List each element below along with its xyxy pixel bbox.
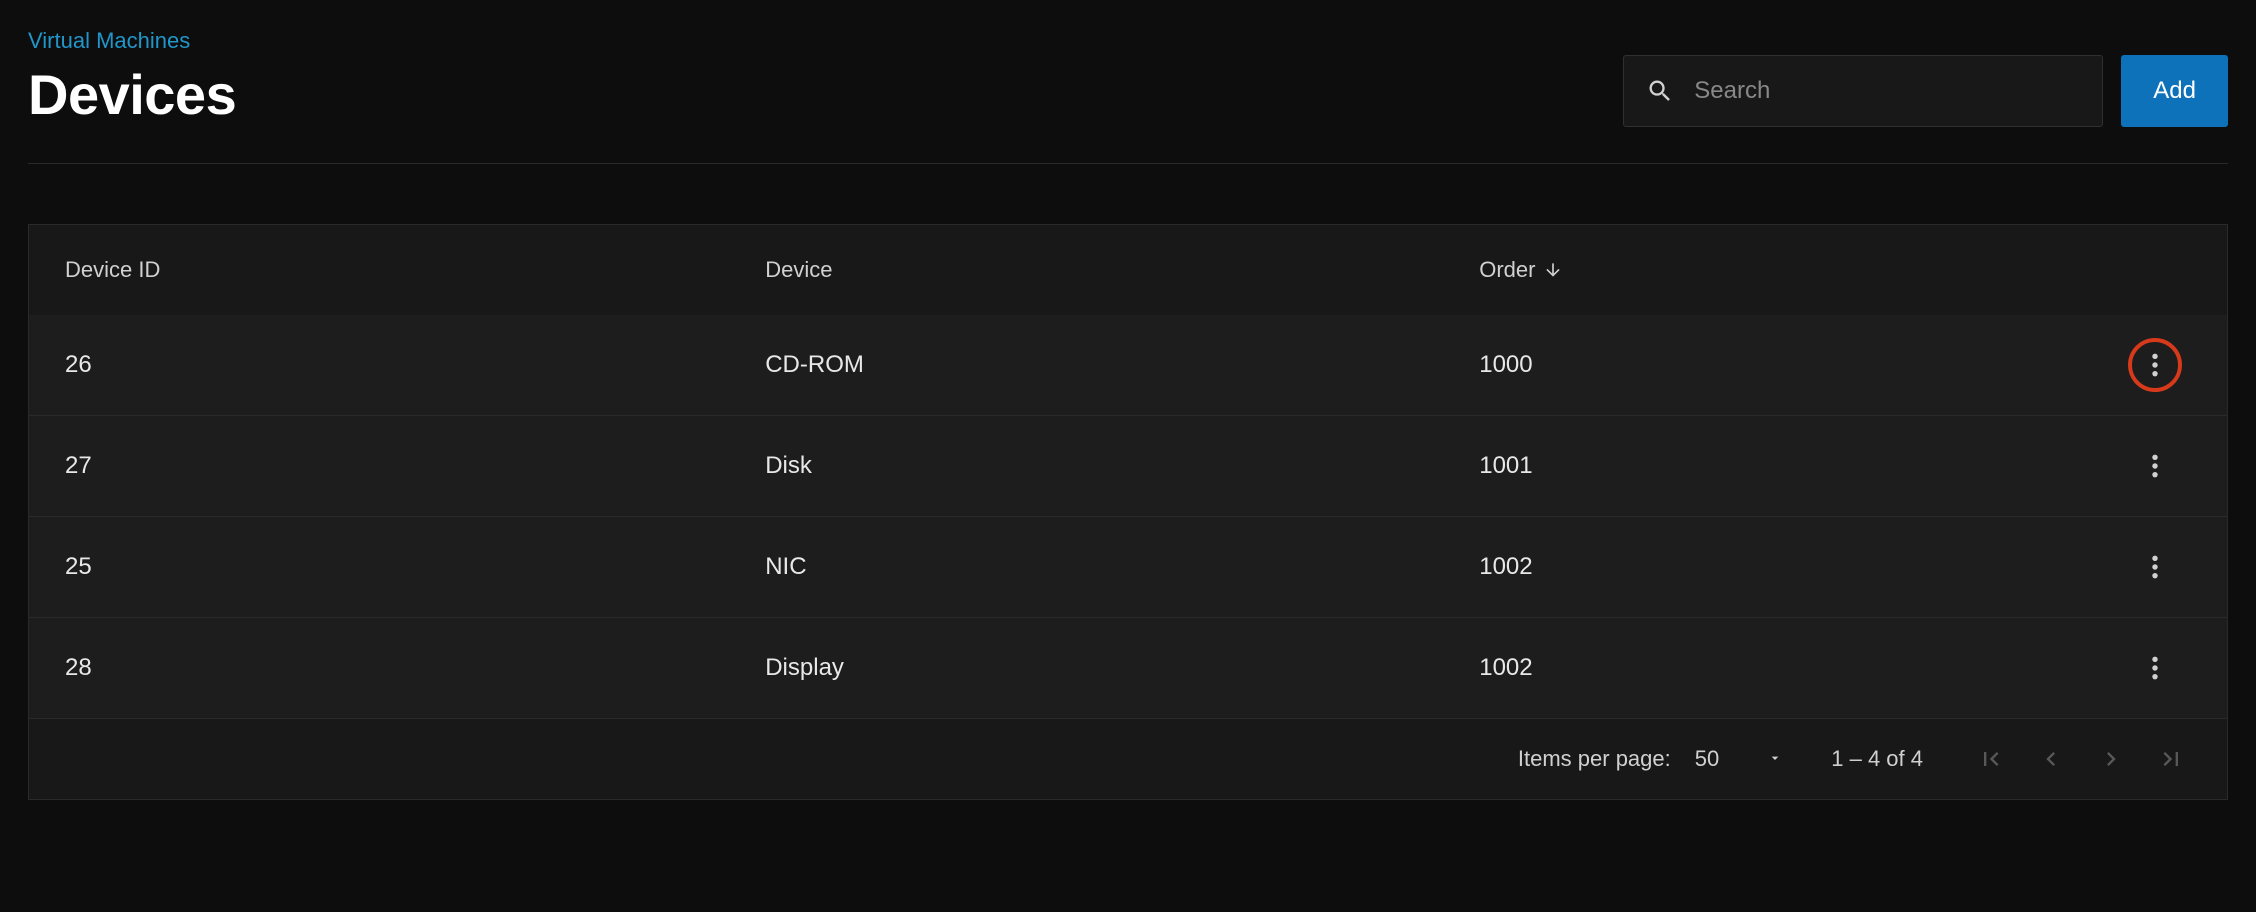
cell-order: 1000	[1443, 315, 2097, 416]
row-menu-button[interactable]	[2133, 343, 2177, 387]
cell-device-id: 28	[29, 618, 729, 719]
column-header-order[interactable]: Order	[1443, 225, 2097, 315]
cell-device-id: 25	[29, 517, 729, 618]
table-row[interactable]: 27Disk1001	[29, 416, 2227, 517]
row-menu-button[interactable]	[2133, 646, 2177, 690]
cell-actions	[2097, 416, 2227, 517]
cell-device-id: 27	[29, 416, 729, 517]
search-field[interactable]	[1623, 55, 2103, 127]
add-button[interactable]: Add	[2121, 55, 2228, 127]
prev-page-button[interactable]	[2031, 739, 2071, 779]
first-page-button[interactable]	[1971, 739, 2011, 779]
breadcrumb[interactable]: Virtual Machines	[28, 28, 236, 54]
page-size-value: 50	[1695, 746, 1719, 772]
cell-order: 1002	[1443, 517, 2097, 618]
cell-device: CD-ROM	[729, 315, 1443, 416]
paginator: Items per page: 50 1 – 4 of 4	[29, 718, 2227, 799]
page-title: Devices	[28, 62, 236, 127]
table-row[interactable]: 25NIC1002	[29, 517, 2227, 618]
cell-actions	[2097, 517, 2227, 618]
dropdown-arrow-icon	[1767, 746, 1783, 772]
column-header-device-id[interactable]: Device ID	[29, 225, 729, 315]
column-header-device[interactable]: Device	[729, 225, 1443, 315]
items-per-page-label: Items per page:	[1518, 746, 1671, 772]
cell-order: 1001	[1443, 416, 2097, 517]
last-page-button[interactable]	[2151, 739, 2191, 779]
row-menu-button[interactable]	[2133, 444, 2177, 488]
column-label: Order	[1479, 257, 1535, 283]
row-menu-button[interactable]	[2133, 545, 2177, 589]
table-row[interactable]: 26CD-ROM1000	[29, 315, 2227, 416]
cell-device: NIC	[729, 517, 1443, 618]
cell-actions	[2097, 315, 2227, 416]
cell-order: 1002	[1443, 618, 2097, 719]
devices-table: Device ID Device Order	[29, 225, 2227, 718]
table-row[interactable]: 28Display1002	[29, 618, 2227, 719]
page-range-label: 1 – 4 of 4	[1831, 746, 1923, 772]
cell-device: Display	[729, 618, 1443, 719]
search-input[interactable]	[1694, 77, 2080, 105]
arrow-down-icon	[1543, 260, 1563, 280]
column-label: Device ID	[65, 257, 160, 282]
search-icon	[1646, 77, 1674, 105]
column-label: Device	[765, 257, 832, 282]
cell-device-id: 26	[29, 315, 729, 416]
next-page-button[interactable]	[2091, 739, 2131, 779]
cell-actions	[2097, 618, 2227, 719]
page-size-select[interactable]: 50	[1695, 746, 1783, 772]
column-header-actions	[2097, 225, 2227, 315]
cell-device: Disk	[729, 416, 1443, 517]
